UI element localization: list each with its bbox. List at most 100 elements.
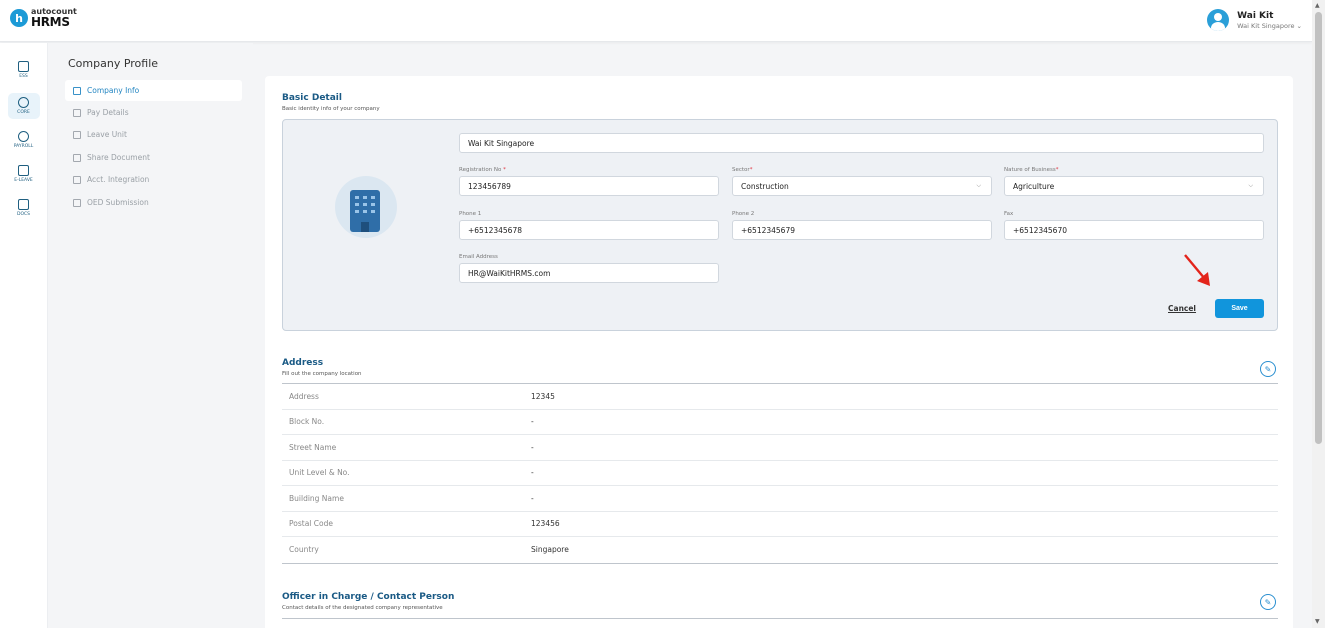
divider [282,618,1278,619]
nature-of-business-select[interactable]: Agriculture ⌵ [1004,176,1264,196]
basic-detail-subtitle: Basic identity info of your company [282,106,380,112]
page-title: Company Profile [68,57,159,70]
subnav-item-share-document[interactable]: Share Document [65,147,242,168]
app-logo[interactable]: h autocount HRMS [10,8,77,28]
email-label: Email Address [459,254,498,260]
document-icon [73,153,81,162]
country-label: Country [289,545,319,555]
building-name-label: Building Name [289,493,344,503]
subnav-item-label: Leave Unit [87,130,127,139]
fax-label: Fax [1004,211,1014,217]
user-menu[interactable]: Wai Kit Wai Kit Singapore ⌄ [1207,9,1302,31]
scroll-down-icon[interactable]: ▼ [1315,618,1320,625]
unit-level-label: Unit Level & No. [289,468,350,478]
phone1-field[interactable]: +6512345678 [459,220,719,240]
fax-field[interactable]: +6512345670 [1004,220,1264,240]
pay-icon [73,108,81,117]
block-no-label: Block No. [289,417,325,427]
edit-officer-button[interactable]: ✎ [1260,594,1276,610]
leave-icon [73,130,81,139]
sector-value: Construction [741,181,789,191]
block-no-value: - [531,417,534,427]
subnav-item-label: Acct. Integration [87,175,150,184]
nature-value: Agriculture [1013,181,1055,191]
address-subtitle: Fill out the company location [282,371,362,377]
address-value: 12345 [531,391,555,401]
subnav-item-company-info[interactable]: Company Info [65,80,242,101]
nature-label: Nature of Business* [1004,167,1059,173]
ess-icon [18,61,29,72]
country-value: Singapore [531,545,569,555]
table-row: Unit Level & No. - [282,461,1278,486]
avatar[interactable] [1207,9,1230,31]
street-name-value: - [531,442,534,452]
rail-label: PAYROLL [13,144,34,149]
street-name-label: Street Name [289,442,337,452]
unit-level-value: - [531,468,534,478]
sector-label: Sector* [732,167,753,173]
chevron-down-icon: ⌵ [1248,182,1253,189]
company-logo[interactable] [335,176,397,238]
pencil-icon: ✎ [1264,597,1272,607]
rail-item-ess[interactable]: ESS [8,57,40,83]
red-arrow-annotation [1184,254,1210,286]
sector-select[interactable]: Construction ⌵ [732,176,992,196]
rail-item-payroll[interactable]: PAYROLL [8,127,40,153]
table-row: Postal Code 123456 [282,512,1278,537]
subnav-item-pay-details[interactable]: Pay Details [65,102,242,123]
submission-icon [73,198,81,207]
user-name: Wai Kit [1237,10,1274,21]
postal-code-label: Postal Code [289,519,333,529]
phone2-field[interactable]: +6512345679 [732,220,992,240]
rail-label: ESS [19,74,28,79]
rail-item-core[interactable]: CORE [7,93,40,119]
subnav-item-oed-submission[interactable]: OED Submission [65,192,242,213]
logo-product-text: HRMS [31,15,70,29]
edit-address-button[interactable]: ✎ [1260,361,1276,377]
phone2-label: Phone 2 [732,211,755,217]
subnav-item-label: Pay Details [87,108,129,117]
address-title: Address [282,358,324,368]
registration-no-field[interactable]: 123456789 [459,176,719,196]
rail-label: CORE [17,110,30,115]
page-scrollbar[interactable]: ▲ ▼ [1312,0,1325,628]
subnav-item-acct-integration[interactable]: Acct. Integration [65,169,242,190]
table-row: Street Name - [282,435,1278,461]
scrollbar-thumb[interactable] [1315,12,1322,444]
subnav-item-leave-unit[interactable]: Leave Unit [65,124,242,145]
subnav-item-label: Share Document [87,153,150,162]
main-content: Basic Detail Basic identity info of your… [265,76,1293,628]
table-row: Building Name - [282,486,1278,512]
rail-item-eleave[interactable]: E-LEAVE [8,161,40,187]
basic-detail-title: Basic Detail [282,93,342,103]
table-row: Address 12345 [282,384,1278,410]
company-profile-nav: Company Profile Company Info Pay Details… [48,43,253,628]
officer-title: Officer in Charge / Contact Person [282,592,455,602]
cancel-button[interactable]: Cancel [1168,304,1196,313]
save-button[interactable]: Save [1215,299,1264,318]
table-row: Block No. - [282,410,1278,435]
rail-label: E-LEAVE [14,178,33,183]
address-table: Address 12345 Block No. - Street Name - … [282,383,1278,564]
chevron-down-icon: ⌵ [976,182,981,189]
building-name-value: - [531,493,534,503]
basic-detail-form: Wai Kit Singapore Registration No * 1234… [282,119,1278,331]
scroll-up-icon[interactable]: ▲ [1315,2,1320,9]
user-company-dropdown[interactable]: Wai Kit Singapore ⌄ [1237,22,1302,30]
address-label: Address [289,391,319,401]
table-row: Country Singapore [282,537,1278,563]
building-icon [350,190,380,232]
company-name-field[interactable]: Wai Kit Singapore [459,133,1264,153]
home-icon [73,86,81,95]
phone1-label: Phone 1 [459,211,482,217]
subnav-item-label: OED Submission [87,198,149,207]
docs-icon [18,199,29,210]
payroll-icon [18,131,29,142]
core-icon [18,97,29,108]
email-field[interactable]: HR@WaiKitHRMS.com [459,263,719,283]
pencil-icon: ✎ [1264,364,1272,374]
rail-item-docs[interactable]: DOCS [8,195,40,221]
integration-icon [73,175,81,184]
subnav-item-label: Company Info [87,86,140,95]
rail-label: DOCS [16,212,30,217]
